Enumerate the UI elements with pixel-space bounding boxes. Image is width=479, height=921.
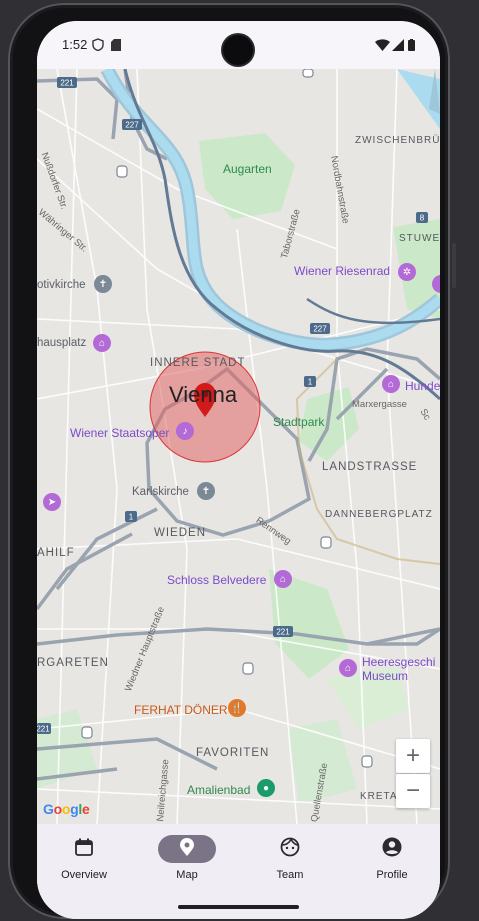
restaurant-icon[interactable]: 🍴 bbox=[228, 699, 246, 717]
district-zwischenbruecken: ZWISCHENBRÜC bbox=[355, 135, 440, 146]
district-wieden: WIEDEN bbox=[154, 527, 206, 539]
label-heeresgeschichtliches: Heeresgeschi bbox=[362, 655, 436, 669]
church-icon[interactable]: ✝ bbox=[94, 275, 112, 293]
label-riesenrad: Wiener Riesenrad bbox=[294, 264, 391, 278]
nav-item-profile[interactable]: Profile bbox=[342, 824, 440, 894]
district-landstrasse: LANDSTRASSE bbox=[322, 461, 418, 473]
bottom-navigation: Overview Map Team Profile bbox=[37, 824, 440, 919]
label-stadtpark: Stadtpark bbox=[273, 415, 325, 429]
signal-icon bbox=[392, 38, 404, 56]
museum-icon[interactable]: ⌂ bbox=[382, 375, 400, 393]
zoom-in-button[interactable]: + bbox=[396, 739, 430, 773]
map-view[interactable]: 221 227 227 1 1 221 8 221 ✝ ⌂ ♪ ✝ ➤ ⌂ ⌂ … bbox=[37, 69, 440, 824]
label-museum: Museum bbox=[362, 669, 409, 683]
district-mariahilf: AHILF bbox=[37, 547, 75, 559]
ferris-wheel-icon[interactable]: ✲ bbox=[398, 263, 416, 281]
face-icon bbox=[280, 837, 300, 862]
svg-text:8: 8 bbox=[420, 214, 425, 223]
nav-item-map[interactable]: Map bbox=[137, 824, 237, 894]
nav-item-overview[interactable]: Overview bbox=[37, 824, 134, 894]
svg-text:227: 227 bbox=[313, 325, 327, 334]
music-icon[interactable]: ♪ bbox=[176, 422, 194, 440]
museum-icon[interactable]: ⌂ bbox=[339, 659, 357, 677]
district-favoriten: FAVORITEN bbox=[196, 747, 270, 759]
google-logo: Google bbox=[43, 801, 90, 817]
sim-card-icon bbox=[111, 38, 121, 56]
home-indicator[interactable] bbox=[178, 905, 299, 909]
nav-pill-team bbox=[261, 835, 319, 863]
nav-label-team: Team bbox=[276, 869, 304, 881]
city-label: Vienna bbox=[169, 382, 238, 407]
svg-text:227: 227 bbox=[125, 121, 139, 130]
svg-text:221: 221 bbox=[37, 725, 50, 734]
nav-label-overview: Overview bbox=[61, 869, 107, 881]
label-hausplatz: hausplatz bbox=[37, 337, 87, 349]
svg-text:221: 221 bbox=[60, 79, 74, 88]
status-bar: 1:52 bbox=[37, 21, 440, 69]
label-augarten: Augarten bbox=[223, 162, 272, 176]
label-votivkirche: otivkirche bbox=[37, 279, 86, 291]
swimming-icon[interactable]: ● bbox=[257, 779, 275, 797]
power-button bbox=[452, 243, 456, 288]
street-marxergasse: Marxergasse bbox=[352, 399, 407, 410]
district-margareten: RGARETEN bbox=[37, 657, 109, 669]
label-belvedere: Schloss Belvedere bbox=[167, 573, 267, 587]
status-time: 1:52 bbox=[62, 37, 88, 52]
district-innere-stadt: INNERE STADT bbox=[150, 357, 246, 369]
district-stuwer: STUWE bbox=[399, 233, 440, 244]
label-hundertwasser: Hunde bbox=[405, 379, 440, 393]
district-dannebergplatz: DANNEBERGPLATZ bbox=[325, 509, 433, 520]
nav-pill-profile bbox=[363, 835, 421, 863]
front-camera bbox=[223, 35, 253, 65]
label-karlskirche: Karlskirche bbox=[132, 486, 189, 498]
svg-text:221: 221 bbox=[276, 628, 290, 637]
nav-pill-overview bbox=[55, 835, 113, 863]
label-amalienbad: Amalienbad bbox=[187, 783, 251, 797]
church-icon[interactable]: ✝ bbox=[197, 482, 215, 500]
label-ferhat-doner: FERHAT DÖNER bbox=[134, 703, 228, 717]
calendar-icon bbox=[75, 838, 93, 861]
battery-icon bbox=[408, 38, 415, 56]
account-circle-icon bbox=[382, 837, 402, 862]
label-staatsoper: Wiener Staatsoper bbox=[70, 426, 170, 440]
landmark-icon[interactable]: ⌂ bbox=[93, 334, 111, 352]
svg-text:1: 1 bbox=[308, 378, 313, 387]
shield-icon bbox=[92, 38, 104, 56]
zoom-out-button[interactable]: − bbox=[396, 774, 430, 808]
wifi-icon bbox=[375, 38, 390, 56]
location-pin-icon bbox=[180, 837, 194, 861]
screen: 1:52 221 227 227 1 1 221 8 221 ✝ ⌂ ♪ ✝ ➤… bbox=[37, 21, 440, 919]
nav-item-team[interactable]: Team bbox=[240, 824, 340, 894]
nav-label-profile: Profile bbox=[376, 869, 408, 881]
svg-text:1: 1 bbox=[129, 513, 134, 522]
phone-frame: 1:52 221 227 227 1 1 221 8 221 ✝ ⌂ ♪ ✝ ➤… bbox=[8, 3, 456, 919]
museum-icon[interactable]: ⌂ bbox=[274, 570, 292, 588]
landmark-icon[interactable]: ➤ bbox=[43, 493, 61, 511]
nav-label-map: Map bbox=[176, 869, 198, 881]
district-kreta: KRETA bbox=[360, 791, 398, 802]
nav-pill-map bbox=[158, 835, 216, 863]
